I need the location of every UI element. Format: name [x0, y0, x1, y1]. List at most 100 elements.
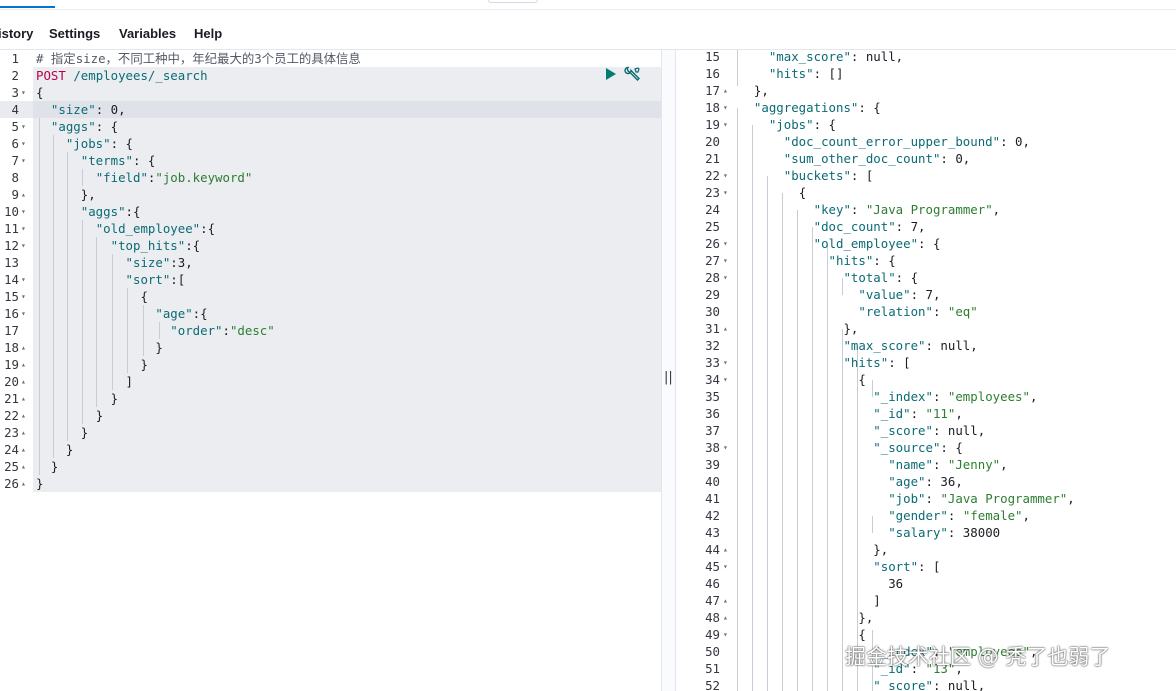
- code-text: },: [843, 321, 859, 336]
- fold-toggle-icon[interactable]: ▾: [21, 271, 26, 288]
- line-number: 46: [705, 576, 720, 591]
- line-number: 19: [705, 117, 720, 132]
- line-number: 12: [4, 238, 19, 253]
- fold-toggle-icon[interactable]: ▾: [723, 354, 728, 371]
- code-text: "terms": {: [80, 153, 156, 168]
- line-number: 10: [4, 204, 19, 219]
- fold-toggle-icon[interactable]: ▾: [21, 84, 26, 101]
- line-number: 4: [11, 102, 19, 117]
- code-text: }: [80, 425, 89, 440]
- code-text: {: [798, 185, 807, 200]
- tab-handle: [488, 0, 538, 3]
- play-icon[interactable]: [606, 68, 616, 80]
- code-text: "_source": {: [873, 440, 963, 455]
- line-number: 11: [4, 221, 19, 236]
- fold-toggle-icon[interactable]: ▾: [723, 235, 728, 252]
- fold-toggle-icon[interactable]: ▴: [723, 320, 728, 337]
- fold-toggle-icon[interactable]: ▴: [723, 609, 728, 626]
- fold-toggle-icon[interactable]: ▾: [723, 252, 728, 269]
- line-number: 23: [705, 185, 720, 200]
- code-text: "size": 0,: [50, 102, 126, 117]
- fold-toggle-icon[interactable]: ▾: [723, 269, 728, 286]
- resize-handle-icon[interactable]: ||: [664, 370, 673, 385]
- fold-toggle-icon[interactable]: ▴: [723, 82, 728, 99]
- tab-bar-divider: [0, 9, 1176, 10]
- code-text: "top_hits":{: [110, 238, 201, 253]
- line-number: 25: [4, 459, 19, 474]
- fold-toggle-icon[interactable]: ▾: [723, 558, 728, 575]
- fold-toggle-icon[interactable]: ▴: [21, 458, 26, 475]
- active-tab-indicator: [0, 6, 55, 8]
- code-text: },: [873, 542, 889, 557]
- line-number: 43: [705, 525, 720, 540]
- line-number: 36: [705, 406, 720, 421]
- fold-toggle-icon[interactable]: ▴: [21, 441, 26, 458]
- request-editor[interactable]: 1 # 指定size，不同工种中，年纪最大的3个员工的具体信息 2 POST /emp…: [0, 50, 661, 691]
- line-number: 18: [4, 340, 19, 355]
- fold-toggle-icon[interactable]: ▾: [723, 99, 728, 116]
- fold-toggle-icon[interactable]: ▴: [21, 356, 26, 373]
- menu-variables[interactable]: Variables: [119, 26, 176, 41]
- fold-toggle-icon[interactable]: ▾: [723, 371, 728, 388]
- code-text: "old_employee":{: [95, 221, 216, 236]
- code-text: ]: [873, 593, 881, 608]
- code-text: "hits": [: [843, 355, 911, 370]
- code-text: "_score": null,: [873, 423, 986, 438]
- line-number: 33: [705, 355, 720, 370]
- line-number: 1: [11, 51, 19, 66]
- fold-toggle-icon[interactable]: ▾: [723, 116, 728, 133]
- line-number: 24: [4, 442, 19, 457]
- menu-settings[interactable]: Settings: [49, 26, 100, 41]
- code-text: "max_score": null,: [843, 338, 978, 353]
- fold-toggle-icon[interactable]: ▾: [21, 220, 26, 237]
- indent-guide: [737, 108, 738, 691]
- code-text: "gender": "female",: [888, 508, 1030, 523]
- line-number: 17: [705, 83, 720, 98]
- menu-history[interactable]: istory: [0, 26, 33, 41]
- line-number: 39: [705, 457, 720, 472]
- wrench-icon[interactable]: [624, 65, 642, 83]
- menu-help[interactable]: Help: [194, 26, 222, 41]
- fold-toggle-icon[interactable]: ▾: [723, 167, 728, 184]
- line-number: 51: [705, 661, 720, 676]
- line-number: 48: [705, 610, 720, 625]
- line-number: 21: [4, 391, 19, 406]
- fold-toggle-icon[interactable]: ▴: [21, 339, 26, 356]
- line-number: 52: [705, 678, 720, 691]
- code-text: "aggs":{: [80, 204, 141, 219]
- fold-toggle-icon[interactable]: ▾: [21, 152, 26, 169]
- line-number: 44: [705, 542, 720, 557]
- fold-toggle-icon[interactable]: ▴: [21, 186, 26, 203]
- code-text: "jobs": {: [65, 136, 133, 151]
- line-number: 40: [705, 474, 720, 489]
- fold-toggle-icon[interactable]: ▾: [21, 305, 26, 322]
- fold-toggle-icon[interactable]: ▾: [723, 184, 728, 201]
- code-text: # 指定size，不同工种中，年纪最大的3个员工的具体信息: [36, 51, 361, 66]
- code-text: {: [36, 85, 44, 100]
- line-number: 25: [705, 219, 720, 234]
- fold-toggle-icon[interactable]: ▴: [21, 390, 26, 407]
- fold-toggle-icon[interactable]: ▾: [21, 288, 26, 305]
- line-number: 27: [705, 253, 720, 268]
- fold-toggle-icon[interactable]: ▴: [723, 541, 728, 558]
- fold-toggle-icon[interactable]: ▾: [723, 626, 728, 643]
- code-text: "size":3,: [125, 255, 193, 270]
- line-number: 2: [11, 68, 19, 83]
- fold-toggle-icon[interactable]: ▾: [723, 439, 728, 456]
- code-text: "jobs": {: [768, 117, 836, 132]
- code-text: "aggs": {: [50, 119, 119, 134]
- fold-toggle-icon[interactable]: ▴: [21, 424, 26, 441]
- code-text: 36: [888, 576, 904, 591]
- fold-toggle-icon[interactable]: ▾: [21, 135, 26, 152]
- code-text: "buckets": [: [783, 168, 874, 183]
- response-viewer[interactable]: 15 "max_score": null, 16 "hits": [] 17 ▴ },…: [676, 50, 1176, 691]
- line-number: 8: [11, 170, 19, 185]
- fold-toggle-icon[interactable]: ▴: [21, 407, 26, 424]
- fold-toggle-icon[interactable]: ▴: [21, 475, 26, 492]
- fold-toggle-icon[interactable]: ▾: [21, 118, 26, 135]
- fold-toggle-icon[interactable]: ▴: [21, 373, 26, 390]
- fold-toggle-icon[interactable]: ▾: [21, 237, 26, 254]
- fold-toggle-icon[interactable]: ▾: [21, 203, 26, 220]
- line-number: 22: [705, 168, 720, 183]
- fold-toggle-icon[interactable]: ▴: [723, 592, 728, 609]
